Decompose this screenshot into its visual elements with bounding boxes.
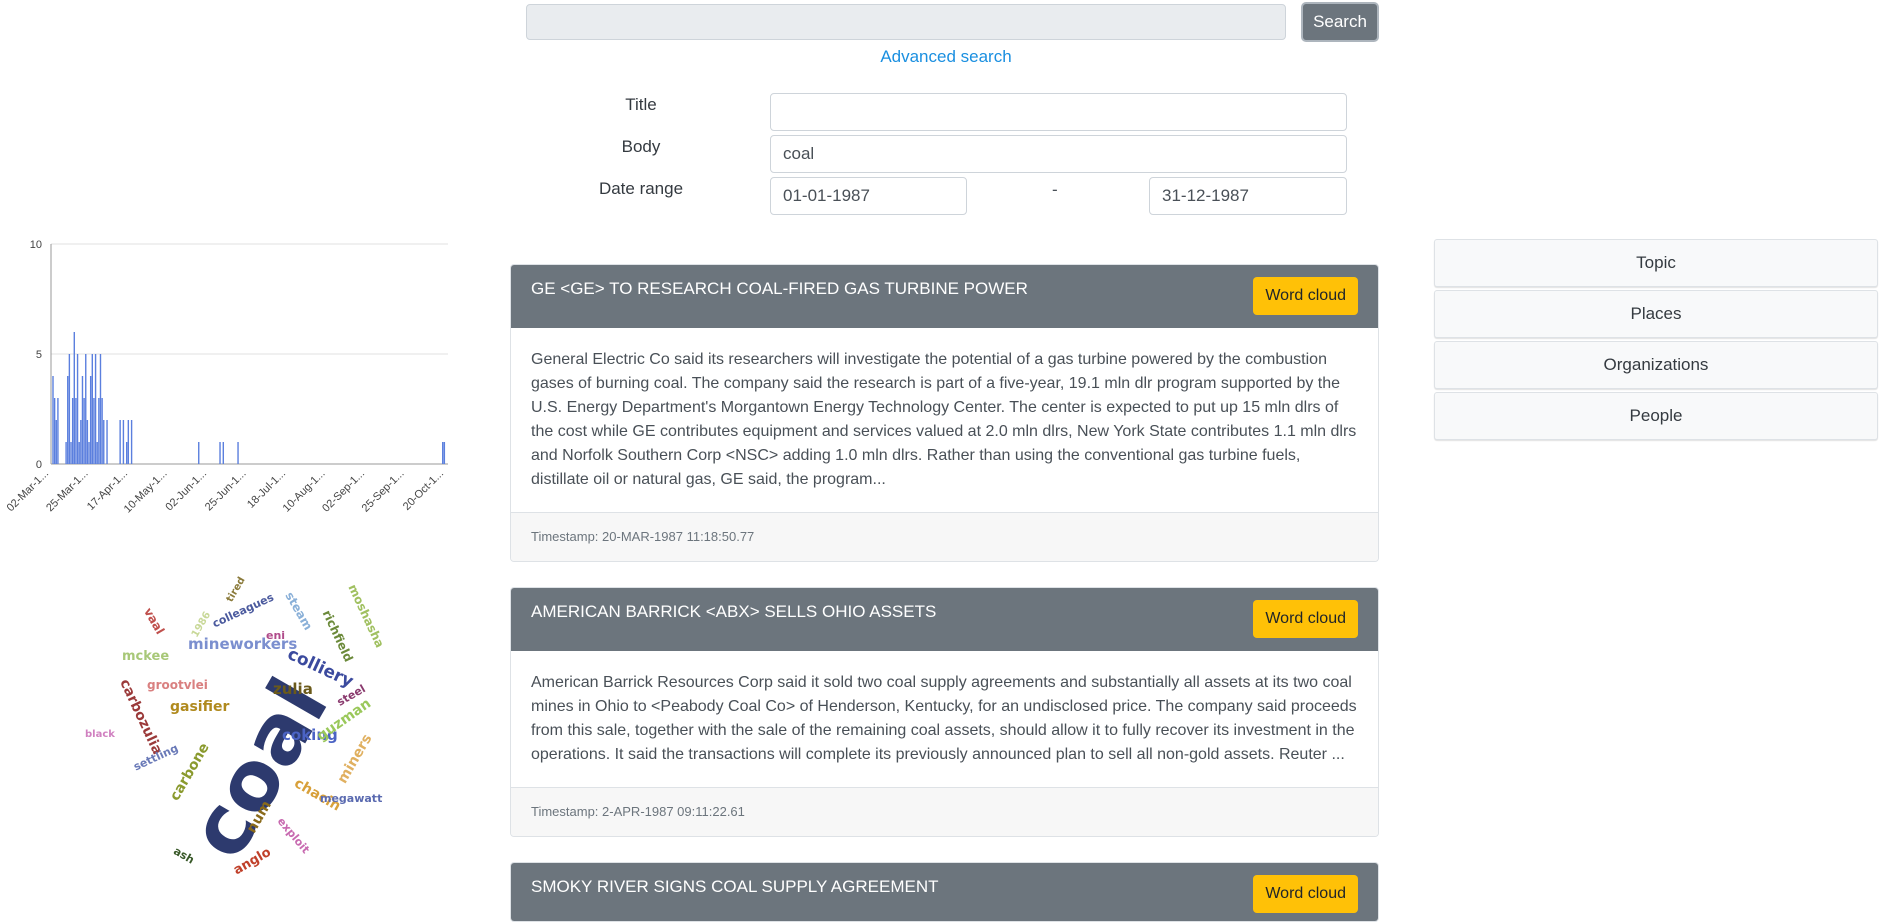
x-tick-label: 25-Mar-1... — [44, 468, 91, 515]
word-cloud-word: steam — [282, 589, 316, 633]
chart-bar — [93, 398, 95, 464]
word-cloud-button[interactable]: Word cloud — [1253, 875, 1358, 913]
chart-bar — [106, 420, 108, 464]
chart-bar — [88, 442, 90, 464]
facet-people[interactable]: People — [1434, 392, 1878, 440]
x-tick-label: 02-Mar-1... — [5, 468, 52, 515]
chart-bar — [70, 442, 72, 464]
chart-bar — [98, 398, 100, 464]
chart-bar — [75, 398, 77, 464]
date-to-field[interactable] — [1149, 177, 1347, 215]
word-cloud-word: exploit — [274, 814, 313, 857]
title-field[interactable] — [770, 93, 1347, 131]
word-cloud-word: tired — [224, 575, 248, 605]
article-card: SMOKY RIVER SIGNS COAL SUPPLY AGREEMENT … — [510, 862, 1379, 922]
y-tick-label: 5 — [36, 349, 42, 361]
chart-bar — [94, 354, 97, 464]
chart-bar — [125, 442, 128, 464]
body-field[interactable] — [770, 135, 1347, 173]
chart-bar — [68, 354, 71, 464]
search-button[interactable]: Search — [1301, 2, 1379, 42]
title-label: Title — [625, 95, 657, 114]
word-cloud-word: miners — [334, 731, 376, 787]
article-title[interactable]: GE <GE> TO RESEARCH COAL-FIRED GAS TURBI… — [531, 279, 1028, 299]
chart-bar — [443, 442, 446, 464]
chart-bar — [83, 398, 85, 464]
chart-bar — [127, 420, 130, 464]
word-cloud-word: gasifier — [170, 699, 230, 715]
chart-bar — [78, 442, 80, 464]
word-cloud: coal mineworkers colliery zulia gasifier coki… — [70, 575, 400, 880]
word-cloud-word: black — [85, 729, 115, 740]
date-from-field[interactable] — [770, 177, 967, 215]
word-cloud-button[interactable]: Word cloud — [1253, 277, 1358, 315]
x-tick-label: 02-Jun-1... — [163, 468, 209, 514]
chart-bar — [86, 420, 89, 464]
x-tick-label: 20-Oct-1... — [401, 468, 446, 513]
article-title[interactable]: AMERICAN BARRICK <ABX> SELLS OHIO ASSETS — [531, 602, 936, 622]
chart-bar — [53, 398, 56, 464]
chart-bar — [91, 354, 93, 464]
chart-bar — [119, 420, 121, 464]
x-tick-label: 25-Jun-1... — [203, 468, 249, 514]
timeline-chart: 051002-Mar-1...25-Mar-1...17-Apr-1...10-… — [5, 239, 448, 516]
facet-organizations[interactable]: Organizations — [1434, 341, 1878, 389]
chart-bar — [99, 354, 102, 464]
chart-bar — [442, 442, 444, 464]
word-cloud-word: vaal — [140, 605, 168, 637]
chart-bar — [237, 442, 239, 464]
chart-bar — [89, 376, 92, 464]
article-timestamp: Timestamp: 2-APR-1987 09:11:22.61 — [511, 787, 1378, 836]
word-cloud-button[interactable]: Word cloud — [1253, 600, 1358, 638]
x-tick-label: 10-May-1... — [122, 468, 170, 516]
date-range-label: Date range — [598, 179, 684, 198]
word-cloud-word: mckee — [122, 649, 170, 664]
facet-places[interactable]: Places — [1434, 290, 1878, 338]
article-title[interactable]: SMOKY RIVER SIGNS COAL SUPPLY AGREEMENT — [531, 877, 939, 897]
word-cloud-word: zulia — [273, 680, 313, 698]
article-timestamp: Timestamp: 20-MAR-1987 11:18:50.77 — [511, 512, 1378, 561]
chart-bar — [52, 376, 54, 464]
chart-bar — [73, 332, 75, 464]
chart-bar — [67, 376, 69, 464]
word-cloud-word: richfield — [319, 607, 356, 665]
word-cloud-word: coal — [170, 663, 347, 875]
chart-bar — [57, 398, 59, 464]
article-header: GE <GE> TO RESEARCH COAL-FIRED GAS TURBI… — [511, 265, 1378, 328]
body-label: Body — [621, 137, 661, 156]
chart-bar — [222, 442, 224, 464]
search-input[interactable] — [526, 4, 1286, 40]
chart-bar — [219, 442, 221, 464]
article-header: AMERICAN BARRICK <ABX> SELLS OHIO ASSETS… — [511, 588, 1378, 651]
word-cloud-word: ash — [171, 844, 197, 867]
chart-bar — [55, 420, 57, 464]
y-tick-label: 10 — [30, 239, 42, 251]
chart-bar — [122, 420, 125, 464]
article-card: GE <GE> TO RESEARCH COAL-FIRED GAS TURBI… — [510, 264, 1379, 562]
word-cloud-word: moshasha — [345, 582, 387, 650]
date-separator: - — [1052, 180, 1058, 199]
chart-bar — [71, 398, 74, 464]
article-card: AMERICAN BARRICK <ABX> SELLS OHIO ASSETS… — [510, 587, 1379, 837]
chart-bar — [96, 442, 98, 464]
word-cloud-word: colleagues — [210, 590, 276, 631]
chart-bar — [81, 376, 84, 464]
article-body: American Barrick Resources Corp said it … — [531, 674, 1357, 763]
chart-bar — [76, 354, 79, 464]
chart-bar — [103, 420, 105, 464]
word-cloud-word: eni — [266, 629, 286, 642]
chart-bar — [85, 354, 87, 464]
advanced-search-link[interactable]: Advanced search — [826, 47, 1066, 67]
chart-bar — [101, 398, 103, 464]
x-tick-label: 25-Sep-1... — [360, 468, 407, 515]
chart-bar — [198, 442, 200, 464]
word-cloud-word: grootvlei — [147, 678, 208, 692]
chart-bar — [65, 442, 67, 464]
facet-topic[interactable]: Topic — [1434, 239, 1878, 287]
word-cloud-word: megawatt — [320, 792, 383, 805]
article-body: General Electric Co said its researchers… — [531, 351, 1357, 488]
article-header: SMOKY RIVER SIGNS COAL SUPPLY AGREEMENT … — [511, 863, 1378, 921]
chart-bar — [80, 420, 82, 464]
chart-bar — [130, 420, 133, 464]
